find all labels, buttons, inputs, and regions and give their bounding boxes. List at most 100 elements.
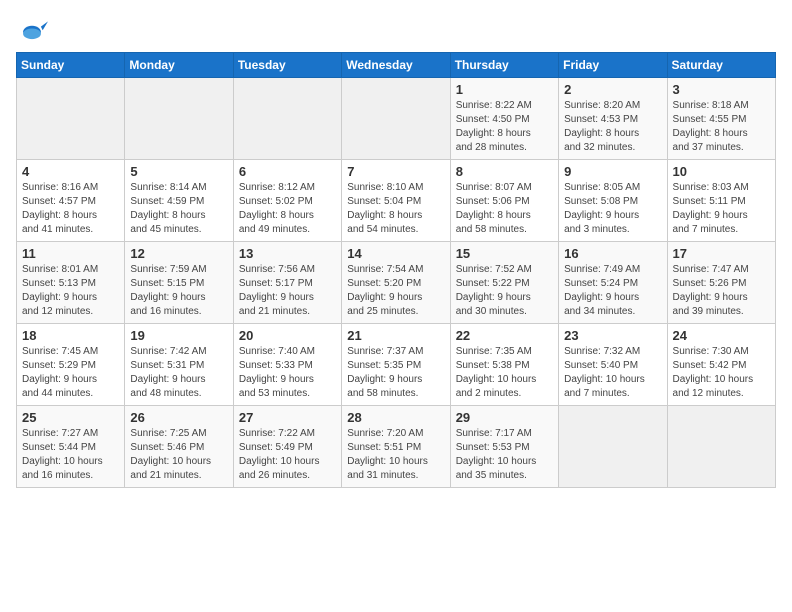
week-row-4: 18 Sunrise: 7:45 AMSunset: 5:29 PMDayligh… — [17, 324, 776, 406]
calendar-cell: 11 Sunrise: 8:01 AMSunset: 5:13 PMDayligh… — [17, 242, 125, 324]
day-info: Sunrise: 7:25 AMSunset: 5:46 PMDaylight:… — [130, 427, 227, 483]
calendar-cell: 15 Sunrise: 7:52 AMSunset: 5:22 PMDayligh… — [450, 242, 558, 324]
calendar-cell: 7 Sunrise: 8:10 AMSunset: 5:04 PMDaylight… — [342, 160, 450, 242]
day-number: 29 — [456, 410, 553, 425]
day-number: 16 — [564, 246, 661, 261]
calendar-cell: 12Sunrise: 7:59 AMSunset: 5:15 PMDayligh… — [125, 242, 233, 324]
day-info: Sunrise: 8:05 AMSunset: 5:08 PMDaylight:… — [564, 181, 661, 237]
day-info: Sunrise: 7:35 AMSunset: 5:38 PMDaylight:… — [456, 345, 553, 401]
day-info: Sunrise: 7:30 AMSunset: 5:42 PMDaylight:… — [673, 345, 770, 401]
calendar-cell: 14 Sunrise: 7:54 AMSunset: 5:20 PMDayligh… — [342, 242, 450, 324]
day-number: 21 — [347, 328, 444, 343]
header-row — [16, 16, 776, 48]
calendar-cell: 24 Sunrise: 7:30 AMSunset: 5:42 PMDayligh… — [667, 324, 775, 406]
calendar-cell: 21 Sunrise: 7:37 AMSunset: 5:35 PMDayligh… — [342, 324, 450, 406]
calendar-cell: 29 Sunrise: 7:17 AMSunset: 5:53 PMDayligh… — [450, 406, 558, 488]
day-header-thursday: Thursday — [450, 53, 558, 78]
day-header-friday: Friday — [559, 53, 667, 78]
day-number: 24 — [673, 328, 770, 343]
calendar-cell: 1 Sunrise: 8:22 AMSunset: 4:50 PMDaylight… — [450, 78, 558, 160]
day-info: Sunrise: 8:16 AMSunset: 4:57 PMDaylight:… — [22, 181, 119, 237]
day-number: 25 — [22, 410, 119, 425]
logo-icon — [16, 16, 48, 48]
calendar-cell: 16 Sunrise: 7:49 AMSunset: 5:24 PMDayligh… — [559, 242, 667, 324]
day-number: 10 — [673, 164, 770, 179]
day-number: 7 — [347, 164, 444, 179]
calendar-cell: 6 Sunrise: 8:12 AMSunset: 5:02 PMDaylight… — [233, 160, 341, 242]
calendar-cell: 27 Sunrise: 7:22 AMSunset: 5:49 PMDayligh… — [233, 406, 341, 488]
calendar-cell: 19 Sunrise: 7:42 AMSunset: 5:31 PMDayligh… — [125, 324, 233, 406]
day-info: Sunrise: 7:49 AMSunset: 5:24 PMDaylight:… — [564, 263, 661, 319]
calendar-cell — [667, 406, 775, 488]
day-number: 3 — [673, 82, 770, 97]
calendar-cell — [233, 78, 341, 160]
day-number: 26 — [130, 410, 227, 425]
day-number: 5 — [130, 164, 227, 179]
calendar-cell: 20 Sunrise: 7:40 AMSunset: 5:33 PMDayligh… — [233, 324, 341, 406]
day-info: Sunrise: 7:47 AMSunset: 5:26 PMDaylight:… — [673, 263, 770, 319]
day-number: 15 — [456, 246, 553, 261]
header-row-days: SundayMondayTuesdayWednesdayThursdayFrid… — [17, 53, 776, 78]
day-info: Sunrise: 8:20 AMSunset: 4:53 PMDaylight:… — [564, 99, 661, 155]
day-header-sunday: Sunday — [17, 53, 125, 78]
calendar-cell — [342, 78, 450, 160]
calendar-cell: 10 Sunrise: 8:03 AMSunset: 5:11 PMDayligh… — [667, 160, 775, 242]
day-number: 14 — [347, 246, 444, 261]
day-number: 1 — [456, 82, 553, 97]
day-info: Sunrise: 8:03 AMSunset: 5:11 PMDaylight:… — [673, 181, 770, 237]
week-row-3: 11 Sunrise: 8:01 AMSunset: 5:13 PMDayligh… — [17, 242, 776, 324]
day-number: 11 — [22, 246, 119, 261]
day-info: Sunrise: 7:37 AMSunset: 5:35 PMDaylight:… — [347, 345, 444, 401]
day-info: Sunrise: 8:14 AMSunset: 4:59 PMDaylight:… — [130, 181, 227, 237]
day-info: Sunrise: 8:22 AMSunset: 4:50 PMDaylight:… — [456, 99, 553, 155]
calendar-cell — [559, 406, 667, 488]
day-info: Sunrise: 7:40 AMSunset: 5:33 PMDaylight:… — [239, 345, 336, 401]
calendar-container: SundayMondayTuesdayWednesdayThursdayFrid… — [0, 0, 792, 496]
day-info: Sunrise: 8:01 AMSunset: 5:13 PMDaylight:… — [22, 263, 119, 319]
logo — [16, 16, 54, 48]
day-info: Sunrise: 8:07 AMSunset: 5:06 PMDaylight:… — [456, 181, 553, 237]
day-number: 20 — [239, 328, 336, 343]
calendar-table: SundayMondayTuesdayWednesdayThursdayFrid… — [16, 52, 776, 488]
day-number: 18 — [22, 328, 119, 343]
day-header-tuesday: Tuesday — [233, 53, 341, 78]
calendar-cell — [17, 78, 125, 160]
calendar-cell: 26 Sunrise: 7:25 AMSunset: 5:46 PMDayligh… — [125, 406, 233, 488]
day-number: 19 — [130, 328, 227, 343]
calendar-cell: 3 Sunrise: 8:18 AMSunset: 4:55 PMDaylight… — [667, 78, 775, 160]
calendar-cell: 4 Sunrise: 8:16 AMSunset: 4:57 PMDaylight… — [17, 160, 125, 242]
week-row-2: 4 Sunrise: 8:16 AMSunset: 4:57 PMDaylight… — [17, 160, 776, 242]
day-info: Sunrise: 7:54 AMSunset: 5:20 PMDaylight:… — [347, 263, 444, 319]
day-number: 17 — [673, 246, 770, 261]
day-number: 12 — [130, 246, 227, 261]
day-info: Sunrise: 8:18 AMSunset: 4:55 PMDaylight:… — [673, 99, 770, 155]
day-number: 23 — [564, 328, 661, 343]
day-info: Sunrise: 7:17 AMSunset: 5:53 PMDaylight:… — [456, 427, 553, 483]
day-info: Sunrise: 7:52 AMSunset: 5:22 PMDaylight:… — [456, 263, 553, 319]
day-info: Sunrise: 7:42 AMSunset: 5:31 PMDaylight:… — [130, 345, 227, 401]
calendar-cell: 23 Sunrise: 7:32 AMSunset: 5:40 PMDayligh… — [559, 324, 667, 406]
calendar-cell: 17 Sunrise: 7:47 AMSunset: 5:26 PMDayligh… — [667, 242, 775, 324]
day-number: 4 — [22, 164, 119, 179]
day-number: 9 — [564, 164, 661, 179]
calendar-cell: 13Sunrise: 7:56 AMSunset: 5:17 PMDayligh… — [233, 242, 341, 324]
day-info: Sunrise: 7:20 AMSunset: 5:51 PMDaylight:… — [347, 427, 444, 483]
day-info: Sunrise: 8:12 AMSunset: 5:02 PMDaylight:… — [239, 181, 336, 237]
day-header-saturday: Saturday — [667, 53, 775, 78]
calendar-cell: 22 Sunrise: 7:35 AMSunset: 5:38 PMDayligh… — [450, 324, 558, 406]
week-row-5: 25Sunrise: 7:27 AMSunset: 5:44 PMDayligh… — [17, 406, 776, 488]
day-number: 8 — [456, 164, 553, 179]
day-number: 6 — [239, 164, 336, 179]
day-info: Sunrise: 7:45 AMSunset: 5:29 PMDaylight:… — [22, 345, 119, 401]
calendar-cell: 18 Sunrise: 7:45 AMSunset: 5:29 PMDayligh… — [17, 324, 125, 406]
day-number: 27 — [239, 410, 336, 425]
day-number: 28 — [347, 410, 444, 425]
day-info: Sunrise: 7:22 AMSunset: 5:49 PMDaylight:… — [239, 427, 336, 483]
day-info: Sunrise: 7:32 AMSunset: 5:40 PMDaylight:… — [564, 345, 661, 401]
week-row-1: 1 Sunrise: 8:22 AMSunset: 4:50 PMDaylight… — [17, 78, 776, 160]
calendar-cell: 28 Sunrise: 7:20 AMSunset: 5:51 PMDayligh… — [342, 406, 450, 488]
day-header-monday: Monday — [125, 53, 233, 78]
day-info: Sunrise: 7:56 AMSunset: 5:17 PMDaylight:… — [239, 263, 336, 319]
day-info: Sunrise: 8:10 AMSunset: 5:04 PMDaylight:… — [347, 181, 444, 237]
day-number: 22 — [456, 328, 553, 343]
